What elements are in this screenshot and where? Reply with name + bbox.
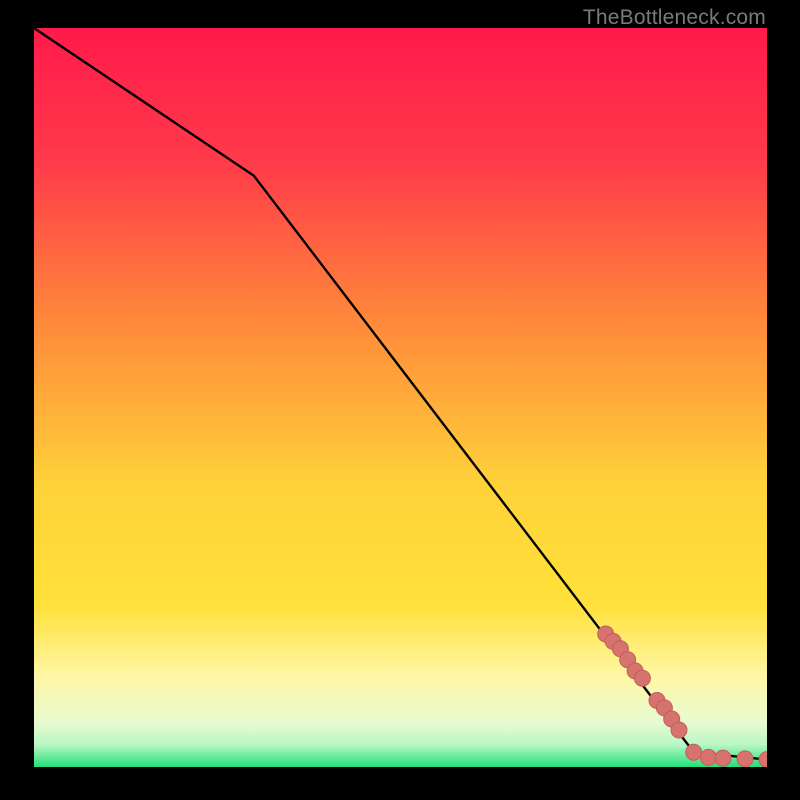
data-marker (634, 670, 650, 686)
data-marker (759, 752, 767, 767)
data-marker (737, 751, 753, 767)
plot-area (34, 28, 767, 767)
main-line (34, 28, 767, 760)
marker-layer (598, 626, 767, 767)
data-marker (686, 744, 702, 760)
data-marker (700, 749, 716, 765)
data-marker (715, 750, 731, 766)
chart-overlay (34, 28, 767, 767)
watermark-text: TheBottleneck.com (583, 6, 766, 30)
data-marker (671, 722, 687, 738)
chart-stage: TheBottleneck.com (0, 0, 800, 800)
